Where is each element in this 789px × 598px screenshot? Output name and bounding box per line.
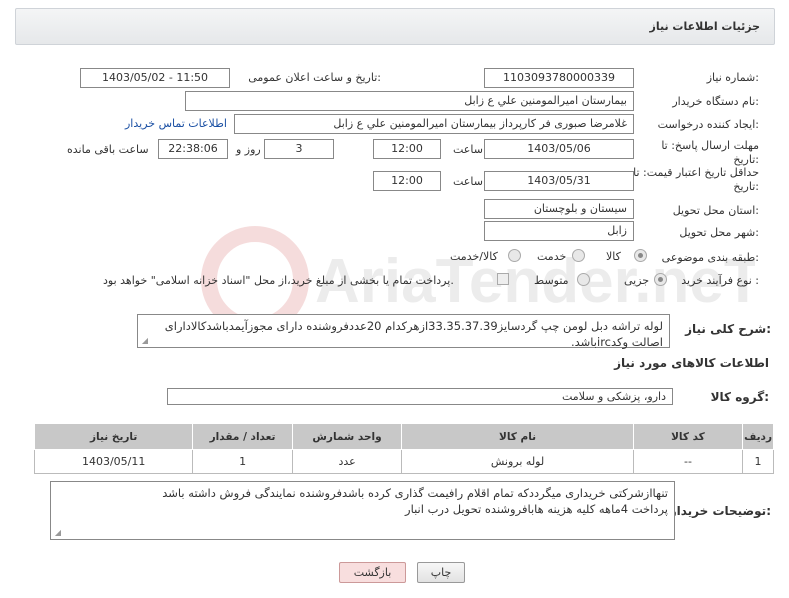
category-option-goods-service: کالا/خدمت — [450, 250, 498, 263]
creator-field: غلامرضا صبوری فر کارپرداز بیمارستان امیر… — [234, 114, 634, 134]
resize-handle-icon[interactable]: ◢ — [140, 337, 148, 345]
cell-row-number: 1 — [742, 449, 774, 474]
deadline-time-field: 12:00 — [373, 139, 441, 159]
process-radio-medium[interactable] — [577, 273, 590, 286]
col-header-row-number: ردیف — [742, 423, 774, 450]
province-field: سیستان و بلوچستان — [484, 199, 634, 219]
remaining-label: ساعت باقی مانده — [67, 143, 149, 156]
resize-handle-icon[interactable]: ◢ — [53, 529, 61, 537]
buyer-org-field: بیمارستان امیرالمومنین علي ع زابل — [185, 91, 634, 111]
need-number-label: شماره نیاز: — [706, 71, 759, 84]
col-header-unit: واحد شمارش — [291, 423, 403, 450]
goods-group-field: دارو، پزشکی و سلامت — [167, 388, 673, 405]
buyer-notes-line-1: تنهاازشرکتی خریداری میگرددکه تمام اقلام … — [162, 486, 668, 500]
cell-unit: عدد — [291, 449, 403, 474]
category-radio-service[interactable] — [572, 249, 585, 262]
category-radio-goods-service[interactable] — [508, 249, 521, 262]
creator-label: ایجاد کننده درخواست: — [657, 118, 759, 131]
buyer-org-label: نام دستگاه خریدار: — [672, 95, 759, 108]
validity-date-field: 1403/05/31 — [484, 171, 634, 191]
validity-time-field: 12:00 — [373, 171, 441, 191]
treasury-payment-checkbox[interactable] — [497, 273, 509, 285]
category-option-service: خدمت — [537, 250, 567, 263]
days-label: روز و — [236, 143, 261, 156]
col-header-code: کد کالا — [632, 423, 744, 450]
city-label: شهر محل تحویل: — [679, 226, 759, 239]
validity-date-label: تاریخ: — [733, 180, 759, 193]
need-number-field: 1103093780000339 — [484, 68, 634, 88]
cell-name: لوله برونش — [401, 449, 634, 474]
buyer-notes-line-2: پرداخت 4ماهه کلیه هزینه هابافروشنده تحوی… — [405, 502, 668, 516]
goods-section-title: اطلاعات کالاهای مورد نیاز — [614, 356, 769, 370]
back-button[interactable]: بازگشت — [339, 562, 406, 583]
process-option-medium: متوسط — [534, 274, 569, 287]
col-header-name: نام کالا — [401, 423, 634, 450]
deadline-date-label: تاریخ: — [733, 153, 759, 166]
remaining-time-field: 22:38:06 — [158, 139, 228, 159]
col-header-need-date: تاریخ نیاز — [33, 423, 194, 450]
announce-label: تاریخ و ساعت اعلان عمومی: — [248, 71, 381, 84]
process-label: نوع فرآیند خرید : — [681, 274, 759, 287]
process-option-minor: جزیی — [624, 274, 650, 287]
goods-table: ردیف کد کالا نام کالا واحد شمارش تعداد /… — [33, 423, 774, 474]
cell-need-date: 1403/05/11 — [33, 449, 194, 474]
category-label: طبقه بندی موضوعی: — [661, 251, 759, 264]
cell-quantity: 1 — [192, 449, 293, 474]
city-field: زابل — [484, 221, 634, 241]
buyer-notes-textarea[interactable]: تنهاازشرکتی خریداری میگرددکه تمام اقلام … — [50, 481, 675, 540]
cell-code: -- — [632, 449, 744, 474]
buyer-notes-label: توضیحات خریدار: — [669, 504, 771, 518]
description-text: لوله تراشه دبل لومن چپ گردسایز33.35.37.3… — [164, 319, 663, 349]
deadline-time-label: ساعت — [453, 143, 483, 156]
print-button[interactable]: چاپ — [417, 562, 465, 583]
goods-group-label: گروه کالا: — [710, 390, 769, 404]
col-header-quantity: تعداد / مقدار — [192, 423, 293, 450]
validity-label: حداقل تاریخ اعتبار قیمت: تا — [633, 166, 759, 179]
days-field: 3 — [264, 139, 334, 159]
category-option-goods: کالا — [606, 250, 621, 263]
announce-datetime-field: 1403/05/02 - 11:50 — [80, 68, 230, 88]
treasury-payment-note: پرداخت تمام یا بخشی از مبلغ خرید،از محل … — [103, 274, 454, 287]
table-row: 1 -- لوله برونش عدد 1 1403/05/11 — [33, 449, 774, 474]
description-label: شرح کلی نیاز: — [685, 322, 771, 336]
validity-time-label: ساعت — [453, 175, 483, 188]
description-textarea[interactable]: لوله تراشه دبل لومن چپ گردسایز33.35.37.3… — [137, 314, 670, 349]
goods-table-header-row: ردیف کد کالا نام کالا واحد شمارش تعداد /… — [33, 423, 774, 450]
deadline-date-field: 1403/05/06 — [484, 139, 634, 159]
deadline-label: مهلت ارسال پاسخ: تا — [661, 139, 759, 152]
panel-title: جزئیات اطلاعات نیاز — [649, 20, 761, 33]
province-label: استان محل تحویل: — [672, 204, 759, 217]
category-radio-goods[interactable] — [634, 249, 647, 262]
process-radio-minor[interactable] — [654, 273, 667, 286]
details-panel-header: جزئیات اطلاعات نیاز — [15, 8, 775, 45]
buyer-contact-link[interactable]: اطلاعات تماس خریدار — [125, 117, 227, 130]
